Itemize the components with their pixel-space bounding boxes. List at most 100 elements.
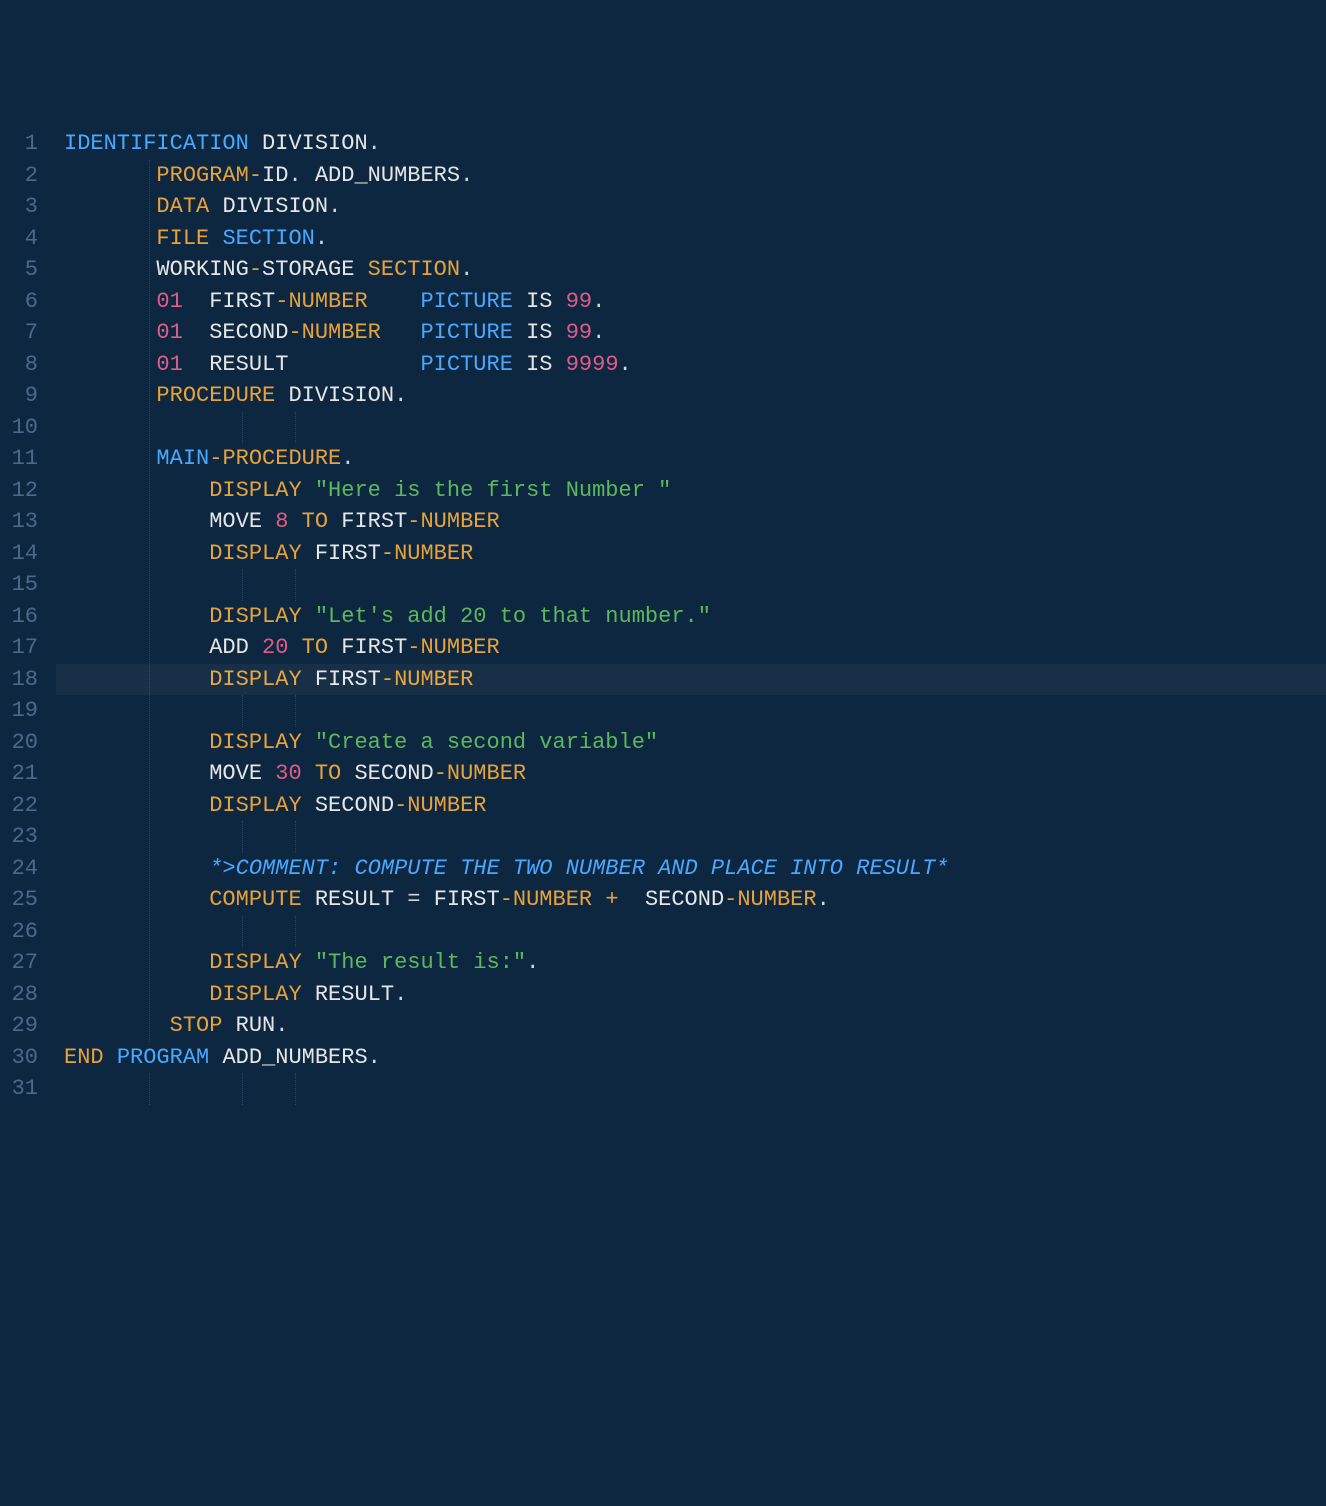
line-number: 26: [10, 916, 38, 948]
line-number: 28: [10, 979, 38, 1011]
code-line[interactable]: PROGRAM-ID. ADD_NUMBERS.: [64, 160, 1326, 192]
code-token: MAIN: [156, 446, 209, 471]
code-token: .: [288, 163, 314, 188]
code-line[interactable]: [64, 821, 1326, 853]
code-line[interactable]: PROCEDURE DIVISION.: [64, 380, 1326, 412]
code-token: NUMBER: [420, 509, 499, 534]
code-token: [275, 383, 288, 408]
code-token: [420, 887, 433, 912]
code-token: [302, 761, 315, 786]
code-line[interactable]: IDENTIFICATION DIVISION.: [64, 128, 1326, 160]
code-line[interactable]: END PROGRAM ADD_NUMBERS.: [64, 1042, 1326, 1074]
code-token: [302, 604, 315, 629]
code-token: WORKING: [156, 257, 248, 282]
code-line[interactable]: 01 FIRST-NUMBER PICTURE IS 99.: [64, 286, 1326, 318]
code-token: [302, 887, 315, 912]
code-token: DIVISION: [288, 383, 394, 408]
code-token: .: [592, 289, 605, 314]
code-token: =: [407, 887, 420, 912]
code-token: [288, 352, 420, 377]
code-token: [302, 730, 315, 755]
code-token: [64, 257, 156, 282]
code-token: DISPLAY: [209, 667, 301, 692]
code-token: .: [394, 982, 407, 1007]
code-line[interactable]: 01 SECOND-NUMBER PICTURE IS 99.: [64, 317, 1326, 349]
code-line[interactable]: DISPLAY RESULT.: [64, 979, 1326, 1011]
code-line[interactable]: DISPLAY FIRST-NUMBER: [64, 664, 1326, 696]
code-line[interactable]: *>COMMENT: COMPUTE THE TWO NUMBER AND PL…: [64, 853, 1326, 885]
code-token: [183, 352, 209, 377]
code-token: -: [381, 667, 394, 692]
line-number: 8: [10, 349, 38, 381]
code-token: TO: [302, 635, 328, 660]
code-token: 01: [156, 320, 182, 345]
code-line[interactable]: [64, 916, 1326, 948]
code-token: [64, 509, 209, 534]
code-token: [619, 887, 645, 912]
code-token: [64, 1013, 170, 1038]
code-line[interactable]: MAIN-PROCEDURE.: [64, 443, 1326, 475]
code-token: NUMBER: [394, 541, 473, 566]
code-token: [302, 541, 315, 566]
code-token: [249, 635, 262, 660]
code-area[interactable]: IDENTIFICATION DIVISION. PROGRAM-ID. ADD…: [56, 128, 1326, 1348]
code-line[interactable]: DISPLAY "The result is:".: [64, 947, 1326, 979]
code-line[interactable]: DISPLAY "Create a second variable": [64, 727, 1326, 759]
code-token: "Let's add 20 to that number.": [315, 604, 711, 629]
code-editor[interactable]: 1234567891011121314151617181920212223242…: [0, 128, 1326, 1348]
code-token: FIRST: [341, 635, 407, 660]
line-number: 31: [10, 1073, 38, 1105]
code-token: ADD_NUMBERS: [222, 1045, 367, 1070]
code-token: [262, 509, 275, 534]
code-token: 30: [275, 761, 301, 786]
code-token: MOVE: [209, 509, 262, 534]
code-line[interactable]: FILE SECTION.: [64, 223, 1326, 255]
code-token: [302, 667, 315, 692]
code-line[interactable]: DISPLAY "Here is the first Number ": [64, 475, 1326, 507]
code-line[interactable]: DISPLAY SECOND-NUMBER: [64, 790, 1326, 822]
line-number: 19: [10, 695, 38, 727]
code-token: 01: [156, 289, 182, 314]
code-line[interactable]: COMPUTE RESULT = FIRST-NUMBER + SECOND-N…: [64, 884, 1326, 916]
code-token: [64, 635, 209, 660]
line-number: 21: [10, 758, 38, 790]
code-token: [64, 163, 156, 188]
code-token: SECOND: [354, 761, 433, 786]
code-line[interactable]: [64, 695, 1326, 727]
code-line[interactable]: DISPLAY "Let's add 20 to that number.": [64, 601, 1326, 633]
code-line[interactable]: WORKING-STORAGE SECTION.: [64, 254, 1326, 286]
code-token: .: [460, 257, 473, 282]
code-line[interactable]: DISPLAY FIRST-NUMBER: [64, 538, 1326, 570]
code-token: [302, 478, 315, 503]
code-line[interactable]: [64, 412, 1326, 444]
code-token: FIRST: [209, 289, 275, 314]
line-number: 16: [10, 601, 38, 633]
code-token: [64, 856, 209, 881]
code-line[interactable]: DATA DIVISION.: [64, 191, 1326, 223]
code-token: [262, 761, 275, 786]
code-token: [64, 541, 209, 566]
line-number: 4: [10, 223, 38, 255]
line-number: 14: [10, 538, 38, 570]
code-token: .: [619, 352, 632, 377]
code-token: MOVE: [209, 761, 262, 786]
code-token: [302, 982, 315, 1007]
code-line[interactable]: [64, 1073, 1326, 1105]
code-line[interactable]: MOVE 30 TO SECOND-NUMBER: [64, 758, 1326, 790]
code-token: [553, 320, 566, 345]
code-token: IS: [526, 352, 552, 377]
code-line[interactable]: ADD 20 TO FIRST-NUMBER: [64, 632, 1326, 664]
code-token: .: [460, 163, 473, 188]
code-token: DISPLAY: [209, 793, 301, 818]
line-number: 13: [10, 506, 38, 538]
code-line[interactable]: 01 RESULT PICTURE IS 9999.: [64, 349, 1326, 381]
code-token: [64, 352, 156, 377]
code-token: [104, 1045, 117, 1070]
code-line[interactable]: MOVE 8 TO FIRST-NUMBER: [64, 506, 1326, 538]
code-token: "Here is the first Number ": [315, 478, 671, 503]
code-token: [328, 509, 341, 534]
code-line[interactable]: [64, 569, 1326, 601]
code-line[interactable]: STOP RUN.: [64, 1010, 1326, 1042]
code-token: PROCEDURE: [156, 383, 275, 408]
code-token: TO: [315, 761, 341, 786]
